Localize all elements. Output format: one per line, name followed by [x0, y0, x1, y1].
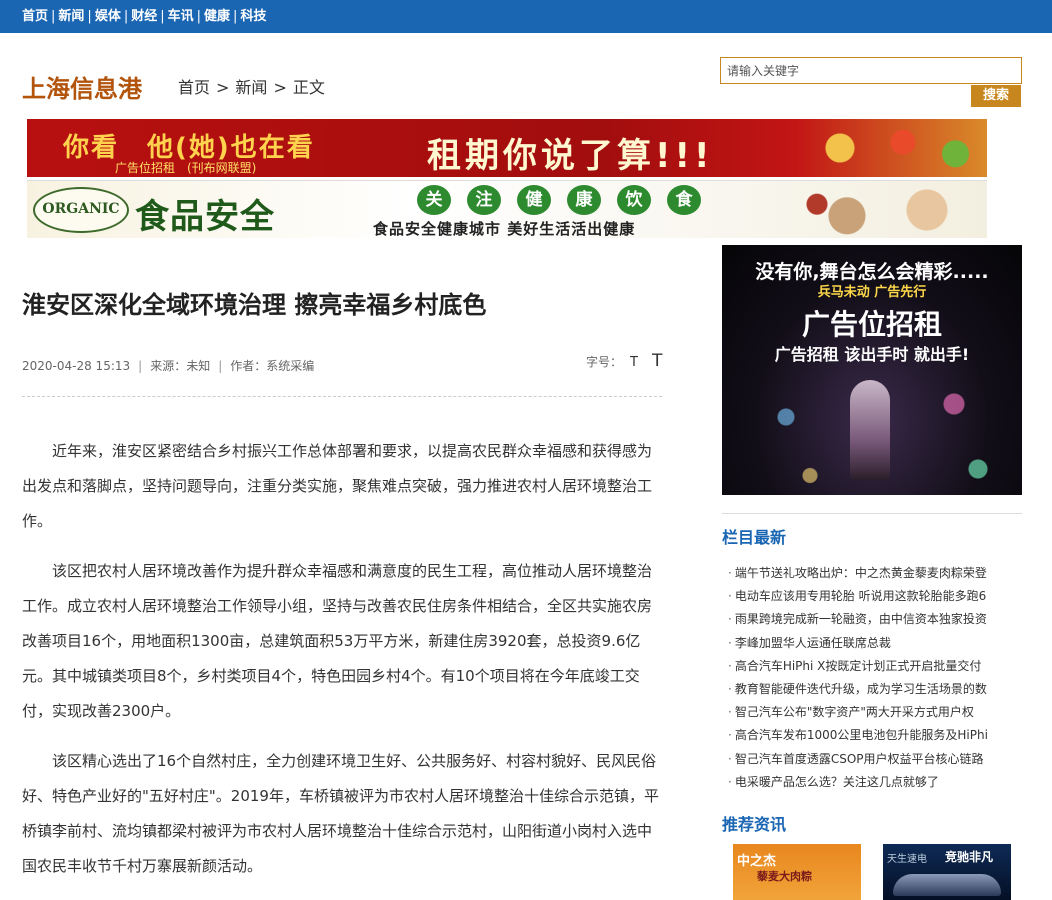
top-nav-entertainment[interactable]: 娱体: [95, 9, 121, 24]
banner2-circles: 关注健康饮食: [417, 185, 717, 215]
font-size-control: 字号： T T: [586, 351, 662, 371]
site-logo[interactable]: 上海信息港: [22, 69, 142, 104]
sidebar-ad-line4: 广告招租 该出手时 就出手!: [774, 345, 970, 364]
sidebar-ad-line3: 广告位招租: [801, 308, 942, 341]
article-meta: 2020-04-28 15:13 | 来源：未知 | 作者：系统采编: [22, 357, 314, 374]
article-author: 作者：系统采编: [230, 359, 315, 373]
banner2-char: 健: [517, 185, 551, 215]
meta-separator: |: [138, 359, 143, 373]
news-item[interactable]: 电动车应该用专用轮胎 听说用这款轮胎能多跑6: [728, 585, 1020, 608]
recommend-thumb-car[interactable]: 天生速电 竞驰非凡: [883, 844, 1011, 900]
ad-banner-rent[interactable]: 你看 他(她)也在看 广告位招租 (刊布网联盟) 租期你说了算!!!: [27, 119, 987, 177]
article-divider: [22, 396, 662, 397]
ad-dancer-image: [850, 380, 890, 480]
news-item[interactable]: 李峰加盟华人运通任联席总裁: [728, 632, 1020, 655]
thumb1-sub: 藜麦大肉粽: [757, 870, 812, 883]
car-image: [893, 874, 1001, 896]
nav-separator: |: [196, 9, 202, 24]
top-nav-auto[interactable]: 车讯: [168, 9, 194, 24]
news-item[interactable]: 端午节送礼攻略出炉：中之杰黄金藜麦肉粽荣登: [728, 562, 1020, 585]
banner2-title: 食品安全: [135, 197, 275, 237]
search-box: [720, 57, 1022, 84]
news-item[interactable]: 教育智能硬件迭代升级，成为学习生活场景的数: [728, 678, 1020, 701]
news-item[interactable]: 智己汽车公布"数字资产"两大开采方式用户权: [728, 701, 1020, 724]
news-item[interactable]: 高合汽车HiPhi X按既定计划正式开启批量交付: [728, 655, 1020, 678]
recommend-heading: 推荐资讯: [722, 815, 787, 834]
nav-separator: |: [51, 9, 56, 24]
breadcrumb-separator: >: [216, 78, 230, 97]
banner2-char: 饮: [617, 185, 651, 215]
sidebar-ad-line2: 兵马未动 广告先行: [817, 285, 927, 300]
top-nav-tech[interactable]: 科技: [240, 9, 266, 24]
recommend-thumb-zongzi[interactable]: 中之杰 藜麦大肉粽: [733, 844, 861, 900]
banner2-slogan: 食品安全健康城市 美好生活活出健康: [373, 220, 636, 238]
sidebar-divider: [722, 513, 1022, 514]
thumb1-logo: 中之杰: [737, 854, 777, 869]
font-size-label: 字号：: [586, 355, 623, 369]
banner2-decoration: [787, 181, 987, 238]
breadcrumb: 首页 > 新闻 > 正文: [178, 74, 325, 98]
top-nav-home[interactable]: 首页: [22, 9, 48, 24]
article-paragraph: 近年来，淮安区紧密结合乡村振兴工作总体部署和要求，以提高农民群众幸福感和获得感为…: [22, 442, 653, 530]
news-item[interactable]: 电采暖产品怎么选？关注这几点就够了: [728, 771, 1020, 794]
article-date: 2020-04-28 15:13: [22, 359, 131, 373]
nav-separator: |: [87, 9, 92, 24]
banner2-char: 康: [567, 185, 601, 215]
font-size-small-button[interactable]: T: [630, 355, 638, 370]
nav-separator: |: [160, 9, 165, 24]
sidebar-ad-line1: 没有你,舞台怎么会精彩.....: [755, 261, 989, 283]
breadcrumb-current: 正文: [292, 78, 325, 97]
organic-logo-text: ORGANIC: [42, 201, 120, 217]
top-nav-news[interactable]: 新闻: [58, 9, 84, 24]
banner2-char: 关: [417, 185, 451, 215]
top-nav-bar: 首页 | 新闻 | 娱体 | 财经 | 车讯 | 健康 | 科技: [0, 0, 1052, 33]
banner1-sub: 广告位招租 (刊布网联盟): [115, 161, 257, 175]
news-item[interactable]: 高合汽车发布1000公里电池包升能服务及HiPhi: [728, 724, 1020, 747]
banner2-char: 注: [467, 185, 501, 215]
ad-banner-food-safety[interactable]: ORGANIC 食品安全 关注健康饮食 食品安全健康城市 美好生活活出健康: [27, 180, 987, 238]
article-paragraph: 该区把农村人居环境改善作为提升群众幸福感和满意度的民生工程，高位推动人居环境整治…: [22, 562, 653, 720]
thumb2-small: 天生速电: [887, 854, 927, 865]
news-item[interactable]: 智己汽车首度透露CSOP用户权益平台核心链路: [728, 748, 1020, 771]
search-button[interactable]: 搜索: [971, 85, 1021, 107]
font-size-large-button[interactable]: T: [652, 351, 662, 371]
article-source: 来源：未知: [150, 359, 211, 373]
breadcrumb-home[interactable]: 首页: [178, 78, 210, 97]
article-body: 近年来，淮安区紧密结合乡村振兴工作总体部署和要求，以提高农民群众幸福感和获得感为…: [22, 434, 664, 899]
article-paragraph: 该区精心选出了16个自然村庄，全力创建环境卫生好、公共服务好、村容村貌好、民风民…: [22, 752, 659, 875]
breadcrumb-separator: >: [273, 78, 287, 97]
sidebar-ad[interactable]: 没有你,舞台怎么会精彩..... 兵马未动 广告先行 广告位招租 广告招租 该出…: [722, 245, 1022, 495]
search-input[interactable]: [727, 61, 977, 81]
nav-separator: |: [123, 9, 129, 24]
breadcrumb-news[interactable]: 新闻: [235, 78, 267, 97]
news-item[interactable]: 雨果跨境完成新一轮融资，由中信资本独家投资: [728, 608, 1020, 631]
banner1-slogan: 租期你说了算!!!: [427, 136, 714, 176]
banner2-char: 食: [667, 185, 701, 215]
latest-news-list: 端午节送礼攻略出炉：中之杰黄金藜麦肉粽荣登 电动车应该用专用轮胎 听说用这款轮胎…: [728, 562, 1020, 794]
meta-separator: |: [218, 359, 223, 373]
top-nav-health[interactable]: 健康: [204, 9, 230, 24]
nav-separator: |: [233, 9, 238, 24]
article-title: 淮安区深化全域环境治理 擦亮幸福乡村底色: [22, 291, 487, 319]
top-nav-finance[interactable]: 财经: [131, 9, 157, 24]
banner1-decoration: [777, 119, 987, 177]
top-nav: 首页 | 新闻 | 娱体 | 财经 | 车讯 | 健康 | 科技: [22, 5, 266, 24]
thumb2-big: 竞驰非凡: [945, 850, 994, 864]
organic-logo: ORGANIC: [33, 187, 129, 233]
latest-heading: 栏目最新: [722, 528, 787, 547]
